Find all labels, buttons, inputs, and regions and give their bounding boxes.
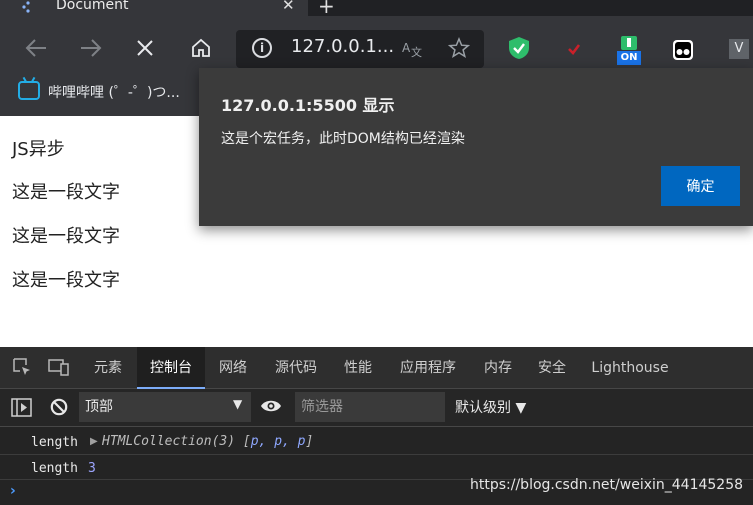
home-icon[interactable] [190,37,212,59]
console-prompt[interactable]: › [10,483,16,499]
tab-title: Document [56,0,129,13]
page-heading: JS异步 [12,139,65,160]
tab-elements[interactable]: 元素 [84,347,132,389]
inspect-element-icon[interactable] [12,357,32,377]
clear-console-icon[interactable] [50,398,68,416]
stop-loading-icon[interactable] [136,39,154,57]
console-log-number: 3 [88,461,96,476]
dialog-message: 这是个宏任务，此时DOM结构已经渲染 [221,131,465,147]
eye-icon[interactable] [260,398,282,414]
log-level-select[interactable]: 默认级别 ▼ [455,397,526,417]
browser-tab[interactable] [0,0,308,16]
expand-triangle-icon[interactable]: ▶ [90,436,98,447]
bookmark-bilibili[interactable]: 哔哩哔哩 (゜-゜)つ... [48,82,180,102]
console-log-value[interactable]: HTMLCollection(3) [p, p, p] [102,434,313,449]
device-toolbar-icon[interactable] [48,357,70,377]
on-badge: ON [617,51,641,65]
site-info-icon[interactable]: i [252,38,272,58]
shield-check-icon[interactable] [508,36,530,60]
paragraph: 这是一段文字 [12,270,120,291]
favorite-star-icon[interactable] [448,37,470,59]
tab-close-icon[interactable]: ✕ [282,0,295,14]
tampermonkey-icon[interactable] [672,38,694,62]
tab-lighthouse[interactable]: Lighthouse [584,347,676,389]
red-check-icon[interactable] [563,36,585,60]
tab-memory[interactable]: 内存 [476,347,520,389]
paragraph: 这是一段文字 [12,182,120,203]
tab-security[interactable]: 安全 [530,347,574,389]
dialog-title: 127.0.0.1:5500 显示 [221,96,395,115]
svg-text:A: A [402,41,411,55]
chevron-down-icon: ▼ [233,397,243,411]
console-log-text: length [31,461,78,476]
tab-sources[interactable]: 源代码 [264,347,328,389]
tab-network[interactable]: 网络 [211,347,255,389]
watermark: https://blog.csdn.net/weixin_44145258 [470,477,744,493]
svg-text:文: 文 [411,45,422,58]
extension-on-icon[interactable]: ON [617,36,641,66]
sidebar-toggle-icon[interactable] [11,398,32,417]
back-arrow-icon[interactable] [24,37,48,59]
ok-button[interactable]: 确定 [661,166,740,206]
filter-input[interactable]: 筛选器 [295,392,445,422]
tab-application[interactable]: 应用程序 [390,347,466,389]
console-log-text: length [31,435,78,450]
paragraph: 这是一段文字 [12,226,120,247]
address-url[interactable]: 127.0.0.1... [291,36,394,57]
tab-performance[interactable]: 性能 [336,347,380,389]
loading-spinner-icon [22,1,30,13]
tab-console[interactable]: 控制台 [137,347,205,389]
translate-icon[interactable]: A 文 [402,38,424,58]
bilibili-icon [18,81,40,100]
context-select[interactable]: 顶部 [79,392,251,422]
forward-arrow-icon[interactable] [79,37,103,59]
extension-v-icon[interactable]: V [729,39,749,59]
